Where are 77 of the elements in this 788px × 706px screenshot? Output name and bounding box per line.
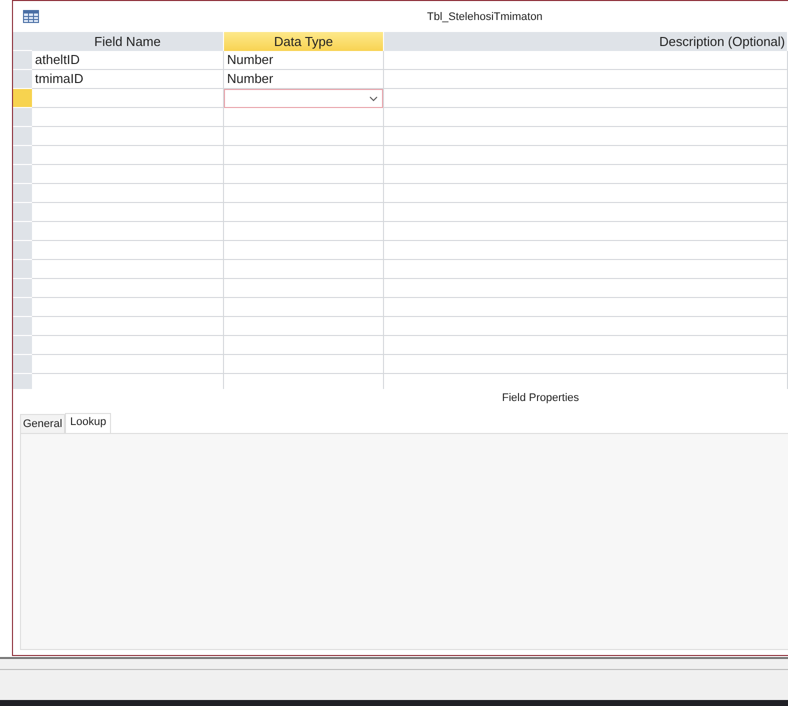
table-cell[interactable] (384, 355, 788, 374)
row-selector[interactable] (13, 184, 32, 203)
property-tab[interactable]: General (20, 414, 66, 433)
table-cell[interactable]: Number (224, 70, 384, 89)
table-cell[interactable] (224, 165, 384, 184)
property-tab[interactable]: Lookup (65, 413, 112, 433)
table-cell[interactable] (32, 279, 224, 298)
table-cell[interactable] (384, 127, 788, 146)
table-cell[interactable] (224, 203, 384, 222)
table-cell[interactable] (224, 298, 384, 317)
row-selector[interactable] (13, 70, 32, 89)
row-selector[interactable] (13, 279, 32, 298)
table-cell[interactable] (32, 165, 224, 184)
table-cell[interactable] (384, 203, 788, 222)
table-cell[interactable] (384, 51, 788, 70)
row-selector[interactable] (13, 222, 32, 241)
table-cell[interactable] (32, 89, 224, 108)
table-cell[interactable] (32, 127, 224, 146)
select-all-corner[interactable] (13, 32, 32, 51)
table-cell[interactable] (384, 279, 788, 298)
table-cell[interactable] (32, 184, 224, 203)
table-cell[interactable] (32, 203, 224, 222)
table-cell[interactable]: atheltID (32, 51, 224, 70)
row-selector[interactable] (13, 165, 32, 184)
section-label: Field Properties (500, 392, 580, 406)
table-cell[interactable] (32, 355, 224, 374)
row-selector[interactable] (13, 298, 32, 317)
table-cell[interactable] (384, 89, 788, 108)
table-cell[interactable] (384, 184, 788, 203)
table-cell[interactable] (224, 127, 384, 146)
column-header[interactable]: Data Type (224, 32, 384, 51)
table-cell[interactable] (384, 298, 788, 317)
row-selector[interactable] (13, 127, 32, 146)
table-cell[interactable] (384, 165, 788, 184)
table-cell[interactable]: tmimaID (32, 70, 224, 89)
table-cell[interactable] (32, 146, 224, 165)
row-selector[interactable] (13, 355, 32, 374)
table-cell[interactable] (32, 317, 224, 336)
table-cell[interactable] (384, 317, 788, 336)
row-selector[interactable] (13, 336, 32, 355)
table-cell[interactable] (224, 317, 384, 336)
column-header[interactable]: Description (Optional) (384, 32, 788, 51)
table-cell[interactable] (384, 70, 788, 89)
table-cell[interactable] (224, 279, 384, 298)
table-cell[interactable] (32, 298, 224, 317)
table-cell[interactable] (384, 146, 788, 165)
column-header[interactable]: Field Name (32, 32, 224, 51)
row-selector[interactable] (13, 51, 32, 70)
table-cell[interactable] (384, 241, 788, 260)
table-cell[interactable] (224, 355, 384, 374)
table-cell[interactable] (224, 108, 384, 127)
table-cell[interactable] (32, 260, 224, 279)
table-cell[interactable] (224, 222, 384, 241)
table-cell[interactable] (224, 184, 384, 203)
table-cell[interactable] (384, 336, 788, 355)
row-selector[interactable] (13, 89, 32, 108)
row-selector[interactable] (13, 260, 32, 279)
table-cell[interactable]: Number (224, 51, 384, 70)
row-selector[interactable] (13, 108, 32, 127)
table-icon (23, 10, 39, 23)
table-cell[interactable] (32, 108, 224, 127)
table-cell[interactable] (224, 241, 384, 260)
table-cell[interactable] (224, 146, 384, 165)
table-cell[interactable] (224, 336, 384, 355)
table-cell[interactable] (224, 260, 384, 279)
row-selector[interactable] (13, 203, 32, 222)
row-selector[interactable] (13, 374, 32, 389)
row-selector[interactable] (13, 146, 32, 165)
table-cell[interactable] (32, 222, 224, 241)
table-cell[interactable] (32, 241, 224, 260)
table-cell[interactable] (384, 108, 788, 127)
table-cell[interactable] (32, 336, 224, 355)
window-title: Tbl_StelehosiTmimaton (427, 11, 543, 23)
row-selector[interactable] (13, 317, 32, 336)
table-cell[interactable] (384, 260, 788, 279)
table-cell[interactable] (384, 222, 788, 241)
row-selector[interactable] (13, 241, 32, 260)
